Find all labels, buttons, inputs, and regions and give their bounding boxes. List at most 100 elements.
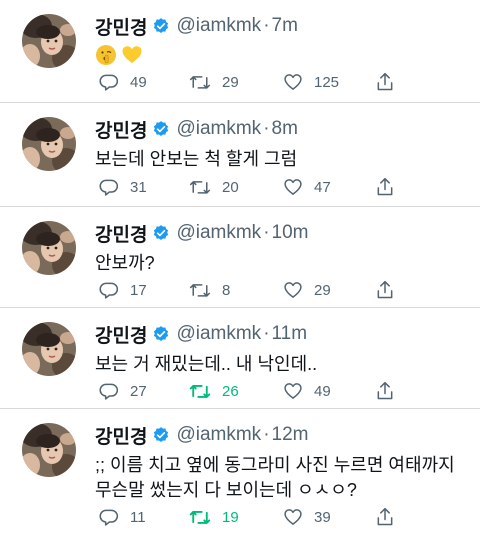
tweet-actions: 31 20 47 [95,175,475,199]
retweet-button[interactable]: 26 [189,379,239,403]
tweet-text-line: 무슨말 썼는지 다 보이는데 ㅇㅅㅇ? [95,480,357,500]
tweet[interactable]: 강민경 @iamkmk · 11m 보는 거 재밌는데.. 내 낙인데.. 27… [0,308,480,409]
tweet[interactable]: 강민경 @iamkmk · 7m 49 29 125 [0,0,480,103]
heart-icon [284,179,302,195]
retweet-count: 8 [222,281,231,299]
reply-button[interactable]: 11 [99,505,146,529]
retweet-count: 29 [222,73,239,91]
tweet[interactable]: 강민경 @iamkmk · 10m 안보까? 17 8 29 [0,207,480,308]
reply-button[interactable]: 31 [99,175,147,199]
share-icon [377,507,393,526]
reply-count: 11 [130,508,146,526]
author-handle[interactable]: @iamkmk [176,15,261,37]
share-button[interactable] [375,70,395,94]
timestamp[interactable]: 11m [272,323,308,345]
author-name[interactable]: 강민경 [95,422,147,449]
reply-count: 31 [130,178,147,196]
tweet-actions: 11 19 39 [95,505,475,529]
like-button[interactable]: 125 [283,70,339,94]
tweet-actions: 49 29 125 [95,70,475,94]
reply-count: 17 [130,281,147,299]
author-handle[interactable]: @iamkmk [176,323,261,345]
timestamp[interactable]: 8m [272,118,298,140]
tweet[interactable]: 강민경 @iamkmk · 12m ;; 이름 치고 옆에 동그라미 사진 누르… [0,409,480,536]
heart-icon [284,282,302,298]
tweet-header: 강민경 @iamkmk · 7m [95,13,298,39]
reply-count: 49 [130,73,147,91]
author-handle[interactable]: @iamkmk [176,222,261,244]
verified-badge-icon [152,120,170,138]
author-name[interactable]: 강민경 [95,116,147,143]
timeline-feed: 강민경 @iamkmk · 7m 49 29 125 강민경 @iamkmk ·… [0,0,480,536]
verified-badge-icon [152,17,170,35]
retweet-button[interactable]: 20 [189,175,239,199]
reply-button[interactable]: 17 [99,278,147,302]
timestamp[interactable]: 10m [272,222,309,244]
avatar[interactable] [22,322,76,376]
like-count: 49 [314,382,331,400]
reply-icon [99,383,119,400]
author-name[interactable]: 강민경 [95,13,147,40]
tweet-header: 강민경 @iamkmk · 11m [95,321,307,347]
share-icon [377,381,393,400]
retweet-icon [189,181,211,194]
avatar[interactable] [22,117,76,171]
reply-icon [99,282,119,299]
share-icon [377,72,393,91]
avatar[interactable] [22,423,76,477]
like-button[interactable]: 39 [283,505,331,529]
timestamp[interactable]: 12m [272,424,309,446]
reply-button[interactable]: 27 [99,379,147,403]
tweet-header: 강민경 @iamkmk · 12m [95,422,308,448]
retweet-icon [189,76,211,89]
author-handle[interactable]: @iamkmk [176,424,261,446]
share-button[interactable] [375,379,395,403]
timestamp[interactable]: 7m [272,15,298,37]
reply-icon [99,179,119,196]
heart-icon [284,383,302,399]
avatar[interactable] [22,221,76,275]
share-button[interactable] [375,278,395,302]
like-count: 125 [314,73,340,91]
tweet-text: ;; 이름 치고 옆에 동그라미 사진 누르면 여태까지 무슨말 썼는지 다 보… [95,453,455,503]
retweet-count: 20 [222,178,239,196]
like-count: 39 [314,508,331,526]
tweet-actions: 17 8 29 [95,278,475,302]
retweet-button[interactable]: 29 [189,70,239,94]
retweet-icon [189,384,211,398]
tweet-text: 보는 거 재밌는데.. 내 낙인데.. [95,354,318,374]
retweet-icon [189,284,211,297]
retweet-count: 26 [222,382,239,400]
retweet-icon [189,510,211,524]
retweet-count: 19 [222,508,239,526]
avatar[interactable] [22,14,76,68]
tweet-header: 강민경 @iamkmk · 10m [95,220,308,246]
like-button[interactable]: 49 [283,379,331,403]
yellow-heart-icon [121,44,143,73]
tweet-actions: 27 26 49 [95,379,475,403]
like-button[interactable]: 29 [283,278,331,302]
reply-icon [99,509,119,526]
separator-dot: · [263,424,270,445]
like-button[interactable]: 47 [283,175,331,199]
tweet-text [95,44,143,73]
like-count: 29 [314,281,331,299]
share-icon [377,177,393,196]
shushing-face-icon [95,44,117,73]
reply-button[interactable]: 49 [99,70,147,94]
author-handle[interactable]: @iamkmk [176,118,261,140]
retweet-button[interactable]: 8 [189,278,230,302]
share-button[interactable] [375,505,395,529]
verified-badge-icon [152,426,170,444]
verified-badge-icon [152,224,170,242]
heart-icon [284,509,302,525]
share-icon [377,280,393,299]
retweet-button[interactable]: 19 [189,505,239,529]
separator-dot: · [263,222,270,243]
author-name[interactable]: 강민경 [95,220,147,247]
tweet[interactable]: 강민경 @iamkmk · 8m 보는데 안보는 척 할게 그럼 31 20 4… [0,103,480,207]
author-name[interactable]: 강민경 [95,321,147,348]
heart-icon [284,74,302,90]
share-button[interactable] [375,175,395,199]
tweet-header: 강민경 @iamkmk · 8m [95,116,298,142]
